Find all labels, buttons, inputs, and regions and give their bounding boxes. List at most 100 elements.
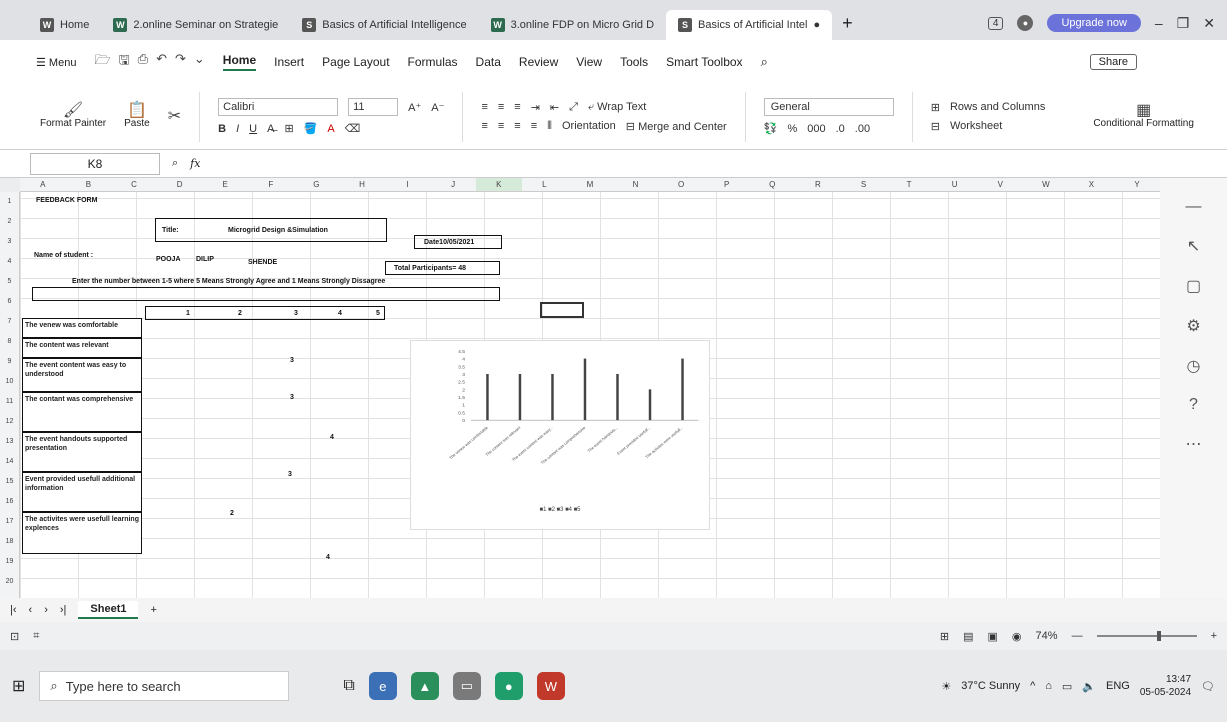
scale-3[interactable]: 3 (294, 309, 298, 318)
column-header[interactable]: F (248, 178, 294, 191)
new-tab-button[interactable]: + (832, 13, 863, 40)
row-header[interactable]: 1 (0, 192, 19, 212)
status-mode-icon[interactable]: ⊡ (10, 630, 19, 643)
question-7[interactable]: The activites were usefull learning expl… (22, 512, 142, 554)
fx-icon[interactable]: fx (190, 157, 200, 170)
decrease-font-icon[interactable]: A⁻ (431, 101, 444, 114)
share-button[interactable]: Share (1089, 54, 1137, 70)
align-bottom-icon[interactable]: ≡ (514, 101, 520, 113)
upgrade-button[interactable]: Upgrade now (1047, 14, 1141, 32)
chrome-icon[interactable]: ● (494, 672, 523, 700)
column-header[interactable]: A (20, 178, 66, 191)
align-left-icon[interactable]: ≡ (481, 120, 487, 132)
column-header[interactable]: R (795, 178, 841, 191)
last-sheet-icon[interactable]: ›| (60, 604, 67, 616)
row-header[interactable]: 10 (0, 372, 19, 392)
answer-3[interactable]: 3 (290, 356, 294, 365)
search-icon[interactable]: ⌕ (761, 54, 768, 70)
add-sheet-button[interactable]: + (150, 604, 156, 616)
align-center-icon[interactable]: ≡ (498, 120, 504, 132)
menu-data[interactable]: Data (476, 55, 501, 69)
wrap-text-button[interactable]: ⤶ Wrap Text (588, 101, 646, 114)
font-name-select[interactable]: Calibri (218, 98, 339, 116)
menu-formulas[interactable]: Formulas (408, 55, 458, 69)
conditional-formatting-button[interactable]: ▦ Conditional Formatting (1093, 102, 1194, 129)
orientation-button[interactable]: Orientation (562, 120, 616, 132)
column-header[interactable]: G (294, 178, 340, 191)
format-painter-button[interactable]: 🖌 Format Painter (40, 102, 106, 129)
align-middle-icon[interactable]: ≡ (498, 101, 504, 113)
answer-4[interactable]: 3 (290, 393, 294, 402)
column-header[interactable]: D (157, 178, 203, 191)
currency-icon[interactable]: 💱 (764, 122, 778, 135)
column-header[interactable]: U (932, 178, 978, 191)
align-top-icon[interactable]: ≡ (481, 101, 487, 113)
column-header[interactable]: V (977, 178, 1023, 191)
italic-button[interactable]: I (236, 123, 239, 135)
scale-2[interactable]: 2 (238, 309, 242, 318)
selected-cell-k8[interactable] (540, 302, 584, 318)
windows-start-icon[interactable]: ⊞ (12, 676, 25, 696)
chevron-down-icon[interactable]: ⌄ (194, 51, 205, 73)
task-view-icon[interactable]: ⧉ (343, 677, 354, 695)
column-header[interactable]: E (202, 178, 248, 191)
row-header[interactable]: 3 (0, 232, 19, 252)
tab-fdp[interactable]: W 3.online FDP on Micro Grid D (479, 10, 666, 40)
row-header[interactable]: 8 (0, 332, 19, 352)
bar-chart[interactable]: 4.5 4 3.5 3 2.5 2 1.5 1 0.5 0 The venew was comfor… (410, 340, 710, 530)
menu-home[interactable]: Home (222, 53, 257, 71)
normal-view-icon[interactable]: ⊞ (940, 630, 949, 643)
column-header[interactable]: O (658, 178, 704, 191)
row-header[interactable]: 17 (0, 512, 19, 532)
page-layout-view-icon[interactable]: ▤ (963, 630, 973, 643)
increase-font-icon[interactable]: A⁺ (408, 101, 421, 114)
battery-icon[interactable]: ▭ (1062, 680, 1072, 693)
name-box[interactable]: K8 (30, 152, 160, 175)
save-icon[interactable]: 🖫 (119, 51, 130, 73)
column-header[interactable]: T (886, 178, 932, 191)
bold-button[interactable]: B (218, 123, 226, 135)
question-6[interactable]: Event provided usefull additional inform… (22, 472, 142, 512)
open-icon[interactable]: 🗁 (94, 51, 110, 73)
column-header[interactable]: S (841, 178, 887, 191)
row-header[interactable]: 19 (0, 552, 19, 572)
question-2[interactable]: The content was relevant (22, 338, 142, 358)
underline-button[interactable]: U (249, 123, 257, 135)
column-header[interactable]: Y (1114, 178, 1160, 191)
avatar[interactable]: ● (1017, 15, 1034, 31)
column-header[interactable]: C (111, 178, 157, 191)
row-header[interactable]: 14 (0, 452, 19, 472)
scale-4[interactable]: 4 (338, 309, 342, 318)
file-explorer-icon[interactable]: ▭ (452, 672, 481, 700)
reading-mode-icon[interactable]: ◉ (1012, 630, 1022, 643)
undo-icon[interactable]: ↶ (156, 51, 167, 73)
prev-sheet-icon[interactable]: ‹ (29, 604, 33, 616)
merge-center-button[interactable]: ⊟ Merge and Center (626, 120, 727, 133)
fill-color-icon[interactable]: 🪣 (304, 122, 318, 135)
column-header[interactable]: H (339, 178, 385, 191)
chevron-up-icon[interactable]: ^ (1030, 680, 1035, 692)
sheet-tab-sheet1[interactable]: Sheet1 (78, 601, 139, 619)
title-value[interactable]: Microgrid Design &Simulation (228, 226, 328, 235)
menu-button[interactable]: ☰ Menu (36, 56, 76, 69)
column-header[interactable]: M (567, 178, 613, 191)
menu-review[interactable]: Review (519, 55, 558, 69)
tab-basics-ai[interactable]: S Basics of Artificial Intelligence (290, 10, 478, 40)
answer-7[interactable]: 2 (230, 509, 234, 518)
column-header[interactable]: W (1023, 178, 1069, 191)
notification-icon[interactable]: 🗨 (1201, 680, 1215, 693)
form-title[interactable]: FEEDBACK FORM (36, 196, 97, 205)
row-header[interactable]: 20 (0, 572, 19, 592)
collapse-icon[interactable]: — (1186, 198, 1202, 216)
zoom-slider[interactable] (1096, 631, 1197, 641)
row-header[interactable]: 2 (0, 212, 19, 232)
scale-1[interactable]: 1 (186, 309, 190, 318)
menu-view[interactable]: View (576, 55, 602, 69)
menu-page-layout[interactable]: Page Layout (322, 55, 389, 69)
page-break-view-icon[interactable]: ▣ (988, 630, 998, 643)
network-icon[interactable]: ⌂ (1045, 680, 1052, 692)
worksheet-button[interactable]: ⊟ Worksheet (931, 120, 1046, 133)
row-header[interactable]: 5 (0, 272, 19, 292)
row-header[interactable]: 7 (0, 312, 19, 332)
taskbar-search-input[interactable]: ⌕ Type here to search (39, 671, 290, 701)
